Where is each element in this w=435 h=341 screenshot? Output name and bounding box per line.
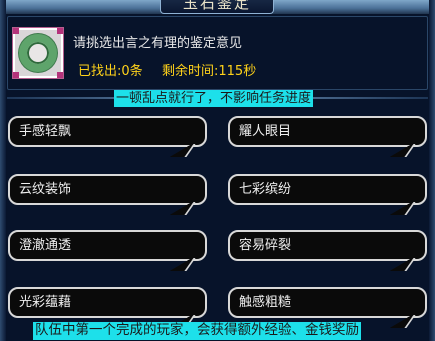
window-left-border: [0, 0, 6, 341]
slot-corner-decoration: [13, 72, 19, 78]
window-right-border: [429, 0, 435, 341]
annotation-bottom: 队伍中第一个完成的玩家，会获得额外经验、金钱奖励: [33, 322, 361, 340]
option-button[interactable]: 光彩蕴藉: [8, 287, 207, 318]
option-button[interactable]: 手感轻飘: [8, 116, 207, 147]
slot-corner-decoration: [57, 28, 63, 34]
slot-corner-decoration: [13, 28, 19, 34]
option-button[interactable]: 耀人眼目: [228, 116, 427, 147]
jade-ring-icon: [19, 34, 57, 72]
jade-ring-item-slot: [12, 27, 64, 79]
option-button[interactable]: 澄澈通透: [8, 230, 207, 261]
appraisal-prompt: 请挑选出言之有理的鉴定意见: [73, 36, 243, 51]
window-title: 玉石鉴定: [160, 0, 274, 14]
slot-corner-decoration: [57, 72, 63, 78]
option-button[interactable]: 云纹装饰: [8, 174, 207, 205]
annotation-top: 一顿乱点就行了，不影响任务进度: [114, 90, 314, 107]
option-button[interactable]: 七彩缤纷: [228, 174, 427, 205]
found-count: 已找出:0条: [78, 64, 143, 79]
option-button[interactable]: 触感粗糙: [228, 287, 427, 318]
remaining-time: 剩余时间:115秒: [162, 64, 257, 79]
option-button[interactable]: 容易碎裂: [228, 230, 427, 261]
jade-appraisal-window: 玉石鉴定 请挑选出言之有理的鉴定意见 已找出:0条 剩余时间:115秒 一顿乱点…: [0, 0, 435, 341]
